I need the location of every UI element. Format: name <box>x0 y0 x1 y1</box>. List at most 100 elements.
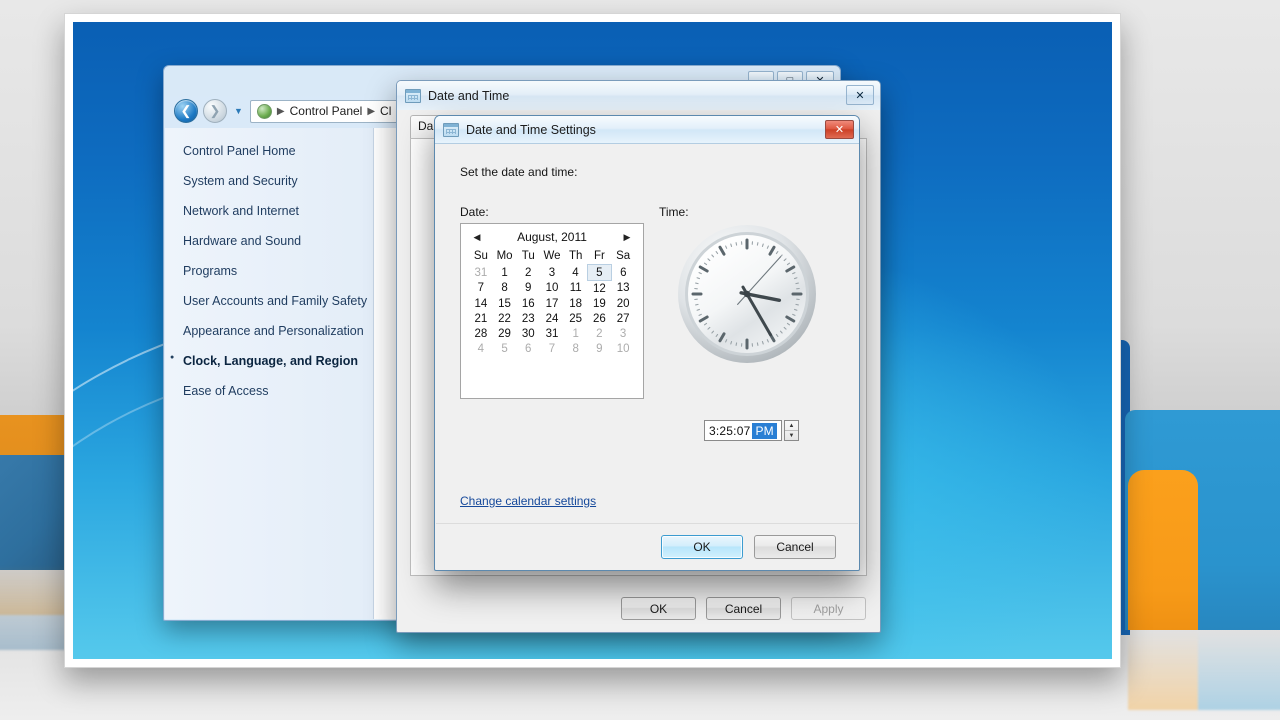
calendar-day[interactable]: 23 <box>516 311 540 326</box>
calendar-day[interactable]: 16 <box>516 296 540 311</box>
sidebar-item-programs[interactable]: Programs <box>183 264 373 278</box>
calendar-day[interactable]: 8 <box>493 281 517 297</box>
calendar-day[interactable]: 11 <box>564 281 588 297</box>
time-stepper[interactable]: ▲ ▼ <box>784 420 799 441</box>
date-and-time-settings-dialog[interactable]: Date and Time Settings ✕ Set the date an… <box>434 115 860 571</box>
scene-reflection-orange-right <box>1128 630 1198 710</box>
calendar-weekday-row: Su Mo Tu We Th Fr Sa <box>469 249 635 265</box>
calendar-day[interactable]: 17 <box>540 296 564 311</box>
calendar-icon <box>405 88 421 103</box>
date-and-time-button-row: OK Cancel Apply <box>621 597 866 620</box>
calendar-week-row: 31 1 2 3 4 5 6 <box>469 264 635 281</box>
calendar-day[interactable]: 1 <box>564 326 588 341</box>
calendar-day-rows: 31 1 2 3 4 5 6 7 8 9 10 11 12 13 14 15 16 17 18 19 20 21 22 23 2… <box>469 264 635 357</box>
calendar-day-selected[interactable]: 5 <box>587 264 612 281</box>
calendar-day[interactable]: 29 <box>493 326 517 341</box>
sidebar-item-system-and-security[interactable]: System and Security <box>183 174 373 188</box>
chevron-left-icon[interactable]: ◀ <box>471 232 483 243</box>
time-meridiem[interactable]: PM <box>752 422 777 439</box>
calendar-day[interactable]: 6 <box>611 265 635 281</box>
settings-cancel-button[interactable]: Cancel <box>754 535 836 559</box>
calendar-day[interactable]: 7 <box>469 281 493 297</box>
calendar-day[interactable]: 18 <box>564 296 588 311</box>
calendar-day[interactable]: 10 <box>540 281 564 297</box>
monitor-frame: – □ ✕ ❮ ❯ ▼ ▶ Control Panel ▶ Cl Panel <box>64 13 1121 668</box>
settings-button-row: OK Cancel <box>661 535 836 559</box>
stepper-down-icon[interactable]: ▼ <box>785 430 798 440</box>
calendar-day[interactable]: 31 <box>540 326 564 341</box>
calendar-day[interactable]: 27 <box>611 311 635 326</box>
change-calendar-settings-link[interactable]: Change calendar settings <box>460 494 596 508</box>
settings-close-button[interactable]: ✕ <box>825 120 854 139</box>
calendar-day[interactable]: 4 <box>469 341 493 356</box>
stepper-up-icon[interactable]: ▲ <box>785 421 798 430</box>
calendar-day[interactable]: 5 <box>493 341 517 356</box>
calendar-day[interactable]: 1 <box>493 265 517 281</box>
calendar-day[interactable]: 15 <box>493 296 517 311</box>
settings-title-bar[interactable]: Date and Time Settings ✕ <box>435 116 859 144</box>
calendar-day[interactable]: 19 <box>588 296 612 311</box>
forward-arrow-icon[interactable]: ❯ <box>203 99 227 123</box>
calendar-weekday-th: Th <box>568 250 583 263</box>
sidebar-item-control-panel-home[interactable]: Control Panel Home <box>183 144 373 158</box>
calendar-header: ◀ August, 2011 ▶ <box>469 230 635 244</box>
calendar-day[interactable]: 3 <box>611 326 635 341</box>
calendar-week-row: 28 29 30 31 1 2 3 <box>469 326 635 341</box>
calendar-day[interactable]: 21 <box>469 311 493 326</box>
calendar-day[interactable]: 26 <box>588 311 612 326</box>
sidebar-item-hardware-and-sound[interactable]: Hardware and Sound <box>183 234 373 248</box>
calendar-day[interactable]: 7 <box>540 341 564 356</box>
sidebar-item-user-accounts[interactable]: User Accounts and Family Safety <box>183 294 373 308</box>
back-arrow-icon[interactable]: ❮ <box>174 99 198 123</box>
date-and-time-title-bar[interactable]: Date and Time ✕ <box>397 81 880 110</box>
chevron-down-icon[interactable]: ▼ <box>232 106 245 116</box>
settings-title: Date and Time Settings <box>466 122 596 137</box>
date-and-time-close-button[interactable]: ✕ <box>846 85 874 105</box>
settings-ok-button[interactable]: OK <box>661 535 743 559</box>
calendar-day[interactable]: 3 <box>540 265 564 281</box>
calendar-day[interactable]: 14 <box>469 296 493 311</box>
settings-footer: OK Cancel <box>436 523 858 569</box>
calendar-day[interactable]: 25 <box>564 311 588 326</box>
date-label: Date: <box>460 205 489 219</box>
calendar-day[interactable]: 12 <box>588 281 612 297</box>
chevron-right-icon[interactable]: ▶ <box>621 232 633 243</box>
calendar-weekday-we: We <box>543 250 561 263</box>
sidebar-item-clock-language-region[interactable]: Clock, Language, and Region <box>170 354 373 368</box>
sidebar-item-appearance[interactable]: Appearance and Personalization <box>183 324 373 338</box>
calendar-day[interactable]: 24 <box>540 311 564 326</box>
calendar-weekday-fr: Fr <box>593 250 605 262</box>
control-panel-sidebar: Control Panel Home System and Security N… <box>165 128 373 619</box>
calendar-day[interactable]: 28 <box>469 326 493 341</box>
calendar-day[interactable]: 22 <box>493 311 517 326</box>
sidebar-item-network-and-internet[interactable]: Network and Internet <box>183 204 373 218</box>
breadcrumb-item-clock[interactable]: Cl <box>380 104 391 118</box>
calendar-day[interactable]: 9 <box>516 281 540 297</box>
calendar-day[interactable]: 20 <box>611 296 635 311</box>
calendar-day[interactable]: 10 <box>611 341 635 356</box>
calendar-day[interactable]: 2 <box>516 265 540 281</box>
calendar-day[interactable]: 6 <box>516 341 540 356</box>
time-spinner-control[interactable]: 3:25:07 PM ▲ ▼ <box>704 420 799 441</box>
breadcrumb-item-control-panel[interactable]: Control Panel <box>290 104 363 118</box>
time-input[interactable]: 3:25:07 PM <box>704 420 782 441</box>
time-value[interactable]: 3:25:07 <box>709 424 750 438</box>
calendar-day[interactable]: 30 <box>516 326 540 341</box>
apply-button: Apply <box>791 597 866 620</box>
calendar-week-row: 14 15 16 17 18 19 20 <box>469 296 635 311</box>
sidebar-item-ease-of-access[interactable]: Ease of Access <box>183 384 373 398</box>
windows-desktop: – □ ✕ ❮ ❯ ▼ ▶ Control Panel ▶ Cl Panel <box>73 22 1112 659</box>
calendar-day[interactable]: 13 <box>611 281 635 297</box>
control-panel-globe-icon <box>256 103 272 119</box>
calendar-day[interactable]: 9 <box>588 341 612 356</box>
calendar-month-year[interactable]: August, 2011 <box>517 230 587 244</box>
calendar-day[interactable]: 8 <box>564 341 588 356</box>
ok-button[interactable]: OK <box>621 597 696 620</box>
calendar-control[interactable]: ◀ August, 2011 ▶ Su Mo Tu We Th Fr Sa 31 1 2 3 4 5 6… <box>460 223 644 399</box>
calendar-day[interactable]: 31 <box>469 265 493 281</box>
cancel-button[interactable]: Cancel <box>706 597 781 620</box>
calendar-week-row: 4 5 6 7 8 9 10 <box>469 341 635 356</box>
calendar-day[interactable]: 2 <box>588 326 612 341</box>
calendar-day[interactable]: 4 <box>564 265 588 281</box>
breadcrumb-separator-1: ▶ <box>276 105 285 117</box>
